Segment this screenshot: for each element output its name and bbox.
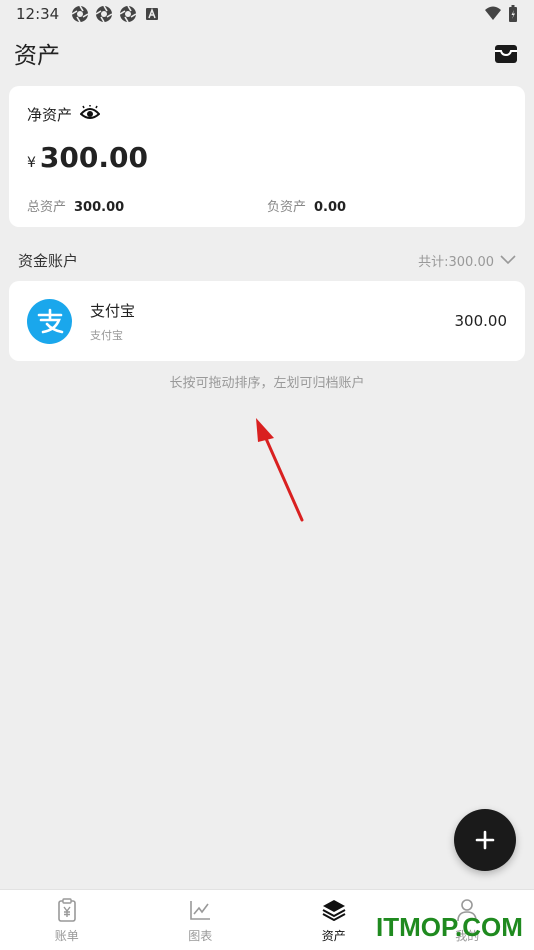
- system-icons: [484, 5, 518, 23]
- currency-symbol: ¥: [27, 155, 36, 171]
- account-subtitle: 支付宝: [90, 328, 123, 342]
- page-title: 资产: [14, 43, 60, 69]
- add-account-button[interactable]: [454, 809, 516, 871]
- wifi-icon: [485, 6, 501, 20]
- liabilities: 负资产 0.00: [267, 196, 507, 215]
- funds-section-header: 资金账户 共计:300.00: [18, 246, 516, 274]
- liabilities-value: 0.00: [314, 200, 347, 215]
- keyboard-a-icon: [146, 7, 159, 20]
- nav-label: 图表: [188, 928, 213, 943]
- net-assets-label: 净资产: [27, 106, 73, 124]
- nav-label: 资产: [321, 928, 346, 943]
- layers-icon: [321, 897, 347, 923]
- nav-item-bills[interactable]: 账单: [0, 890, 134, 950]
- account-card[interactable]: 支付宝 支付宝 300.00: [9, 281, 525, 361]
- alipay-icon: [27, 298, 72, 344]
- alipay-glyph: [37, 308, 63, 334]
- account-balance: 300.00: [454, 312, 508, 330]
- status-time: 12:34: [16, 5, 60, 23]
- nav-label: 账单: [54, 928, 79, 943]
- archive-button[interactable]: [492, 39, 520, 67]
- hint-text: 长按可拖动排序，左划可归档账户: [169, 376, 365, 391]
- total-assets-value: 300.00: [74, 200, 125, 215]
- notification-icons: [71, 5, 161, 23]
- liabilities-label: 负资产: [267, 200, 307, 215]
- net-assets-label-row: 净资产: [27, 104, 507, 125]
- account-name: 支付宝: [90, 301, 136, 320]
- net-assets-card: 净资产 ¥ 300.00 总资产 300.00 负资产 0.00: [9, 86, 525, 227]
- aperture-icon: [95, 5, 113, 23]
- app-header: 资产: [0, 30, 534, 76]
- plus-icon: [475, 830, 495, 850]
- status-bar: 12:34: [0, 0, 534, 28]
- aperture-icon: [119, 5, 137, 23]
- net-assets-value-row: ¥ 300.00: [27, 141, 507, 174]
- archive-box-icon: [495, 45, 517, 63]
- total-assets-label: 总资产: [27, 200, 67, 215]
- section-total: 共计:300.00: [418, 254, 494, 270]
- chevron-down-icon: [500, 255, 516, 265]
- annotation-arrow-icon: [256, 418, 304, 522]
- eye-icon: [79, 104, 101, 119]
- section-total-toggle[interactable]: 共计:300.00: [418, 251, 516, 270]
- battery-icon: [509, 5, 517, 22]
- bill-icon: [54, 897, 80, 923]
- account-text: 支付宝 支付宝: [90, 300, 135, 343]
- chart-icon: [187, 897, 213, 923]
- section-title: 资金账户: [18, 251, 79, 270]
- assets-breakdown: 总资产 300.00 负资产 0.00: [27, 196, 507, 215]
- visibility-toggle[interactable]: [79, 104, 101, 125]
- net-assets-value: 300.00: [39, 141, 148, 174]
- aperture-icon: [71, 5, 89, 23]
- watermark: ITMOP.COM: [376, 912, 523, 942]
- total-assets: 总资产 300.00: [27, 196, 267, 215]
- nav-item-charts[interactable]: 图表: [134, 890, 268, 950]
